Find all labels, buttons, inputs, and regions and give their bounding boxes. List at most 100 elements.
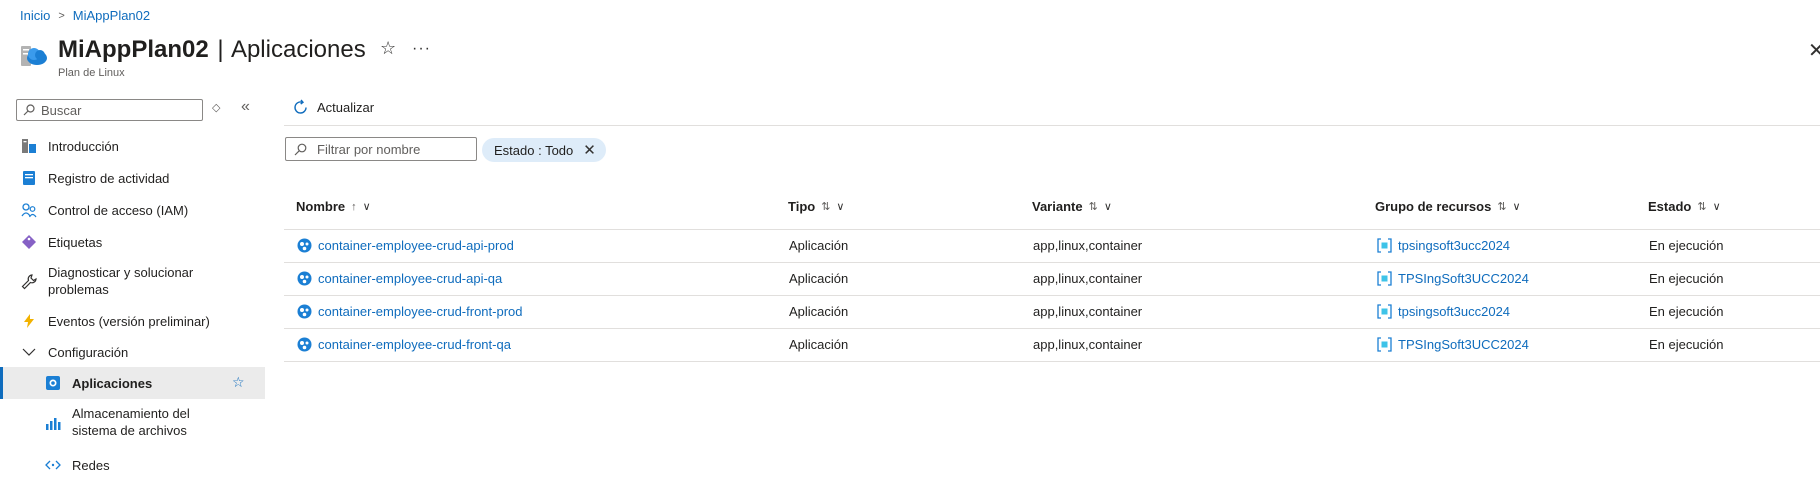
activity-log-icon [20, 169, 38, 187]
sidebar-item-almacenamiento[interactable]: Almacenamiento del sistema de archivos [0, 405, 265, 441]
sidebar-item-label: Etiquetas [48, 234, 103, 250]
row-divider [284, 328, 1820, 329]
header-divider [284, 229, 1820, 230]
sidebar-item-registro-actividad[interactable]: Registro de actividad [0, 168, 265, 188]
overview-icon [20, 137, 38, 155]
app-service-icon [297, 271, 312, 286]
iam-icon [20, 201, 38, 219]
close-icon[interactable]: ✕ [1808, 38, 1820, 63]
sidebar-item-label: Registro de actividad [48, 170, 170, 186]
resource-group-link[interactable]: TPSIngSoft3UCC2024 [1398, 271, 1529, 286]
sidebar-item-iam[interactable]: Control de acceso (IAM) [0, 200, 265, 220]
tag-icon [20, 233, 38, 251]
app-name-link[interactable]: container-employee-crud-api-prod [318, 238, 514, 253]
sort-icon[interactable]: ⇅ [1497, 200, 1506, 213]
active-indicator [0, 367, 3, 399]
sidebar-item-redes[interactable]: Redes [0, 455, 265, 475]
sort-ascending-icon[interactable]: ↑ [351, 201, 357, 213]
sidebar-item-label: Control de acceso (IAM) [48, 202, 189, 218]
resource-group-cell[interactable]: TPSIngSoft3UCC2024 [1377, 337, 1529, 352]
breadcrumb-home-link[interactable]: Inicio [20, 8, 50, 23]
variant-cell: app,linux,container [1033, 337, 1143, 352]
column-header-grupo-recursos[interactable]: Grupo de recursos ⇅ ∨ [1375, 199, 1521, 214]
sidebar-item-label: Configuración [48, 344, 129, 360]
resource-name: MiAppPlan02 [58, 36, 209, 63]
breadcrumb-separator-icon: > [58, 9, 65, 22]
resource-group-link[interactable]: tpsingsoft3ucc2024 [1398, 304, 1510, 319]
search-icon [23, 104, 35, 116]
resource-group-cell[interactable]: tpsingsoft3ucc2024 [1377, 304, 1510, 319]
more-options-icon[interactable]: ··· [412, 40, 431, 58]
chevron-down-icon[interactable]: ∨ [836, 200, 844, 213]
sort-icon[interactable]: ⇅ [821, 200, 830, 213]
column-header-nombre[interactable]: Nombre ↑ ∨ [296, 199, 371, 214]
status-filter-text: Estado : Todo [494, 142, 574, 158]
network-icon [44, 456, 62, 474]
resource-group-link[interactable]: tpsingsoft3ucc2024 [1398, 238, 1510, 253]
resource-group-icon [1377, 304, 1392, 319]
sidebar-item-etiquetas[interactable]: Etiquetas [0, 232, 265, 252]
storage-chart-icon [44, 414, 62, 432]
sort-icon[interactable]: ⇅ [1697, 200, 1706, 213]
status-cell: En ejecución [1649, 304, 1724, 319]
breadcrumb-current-link[interactable]: MiAppPlan02 [73, 8, 150, 23]
name-filter-box[interactable] [285, 137, 477, 161]
status-filter-pill[interactable]: Estado : Todo ✕ [482, 138, 606, 162]
table-row-name-cell[interactable]: container-employee-crud-api-qa [297, 271, 502, 286]
app-service-icon [44, 374, 62, 392]
sort-icon[interactable]: ⇅ [1089, 200, 1098, 213]
sidebar-item-label: Diagnosticar y solucionar problemas [48, 265, 194, 297]
sidebar-item-label: Aplicaciones [72, 375, 153, 391]
sidebar-item-introduccion[interactable]: Introducción [0, 136, 265, 156]
status-cell: En ejecución [1649, 337, 1724, 352]
table-row-name-cell[interactable]: container-employee-crud-front-qa [297, 337, 511, 352]
favorite-star-icon[interactable]: ☆ [232, 374, 245, 391]
resource-group-cell[interactable]: tpsingsoft3ucc2024 [1377, 238, 1510, 253]
chevron-down-icon[interactable]: ∨ [1713, 200, 1721, 213]
sidebar-item-label: Redes [72, 457, 110, 473]
column-header-tipo[interactable]: Tipo ⇅ ∨ [788, 199, 844, 214]
remove-filter-icon[interactable]: ✕ [583, 141, 596, 159]
row-divider [284, 361, 1820, 362]
sidebar-item-aplicaciones[interactable]: Aplicaciones [0, 367, 265, 399]
column-header-variante[interactable]: Variante ⇅ ∨ [1032, 199, 1112, 214]
resource-group-icon [1377, 271, 1392, 286]
status-cell: En ejecución [1649, 271, 1724, 286]
type-cell: Aplicación [789, 304, 849, 319]
chevron-down-icon[interactable]: ∨ [363, 200, 371, 213]
name-filter-input[interactable] [317, 141, 467, 157]
section-name: Aplicaciones [230, 36, 366, 63]
sidebar-item-label: Eventos (versión preliminar) [48, 313, 210, 329]
favorite-star-icon[interactable]: ☆ [380, 38, 396, 59]
sidebar-item-eventos[interactable]: Eventos (versión preliminar) [0, 311, 265, 331]
chevron-down-icon[interactable]: ∨ [1513, 200, 1521, 213]
sidebar-search-box[interactable] [16, 99, 203, 121]
refresh-button[interactable]: Actualizar [292, 99, 374, 116]
lightning-icon [20, 312, 38, 330]
row-divider [284, 295, 1820, 296]
type-cell: Aplicación [789, 337, 849, 352]
column-header-estado[interactable]: Estado ⇅ ∨ [1648, 199, 1721, 214]
page-title: MiAppPlan02 | Aplicaciones [58, 36, 366, 64]
chevron-down-icon[interactable]: ∨ [1104, 200, 1112, 213]
resource-group-link[interactable]: TPSIngSoft3UCC2024 [1398, 337, 1529, 352]
collapse-sidebar-icon[interactable]: « [241, 98, 250, 116]
app-name-link[interactable]: container-employee-crud-front-prod [318, 304, 522, 319]
sidebar-item-configuracion[interactable]: Configuración [0, 342, 265, 362]
type-cell: Aplicación [789, 238, 849, 253]
table-row-name-cell[interactable]: container-employee-crud-front-prod [297, 304, 522, 319]
page-subtitle: Plan de Linux [58, 67, 125, 79]
row-divider [284, 262, 1820, 263]
refresh-icon [294, 99, 307, 114]
title-separator: | [217, 36, 224, 63]
app-name-link[interactable]: container-employee-crud-api-qa [318, 271, 502, 286]
type-cell: Aplicación [789, 271, 849, 286]
expand-collapse-icon[interactable]: ◇ [212, 101, 220, 114]
app-name-link[interactable]: container-employee-crud-front-qa [318, 337, 511, 352]
sidebar-search-input[interactable] [41, 102, 191, 118]
resource-group-cell[interactable]: TPSIngSoft3UCC2024 [1377, 271, 1529, 286]
sidebar-item-diagnosticar[interactable]: Diagnosticar y solucionar problemas [0, 264, 265, 300]
status-cell: En ejecución [1649, 238, 1724, 253]
toolbar-divider [284, 125, 1820, 126]
table-row-name-cell[interactable]: container-employee-crud-api-prod [297, 238, 514, 253]
